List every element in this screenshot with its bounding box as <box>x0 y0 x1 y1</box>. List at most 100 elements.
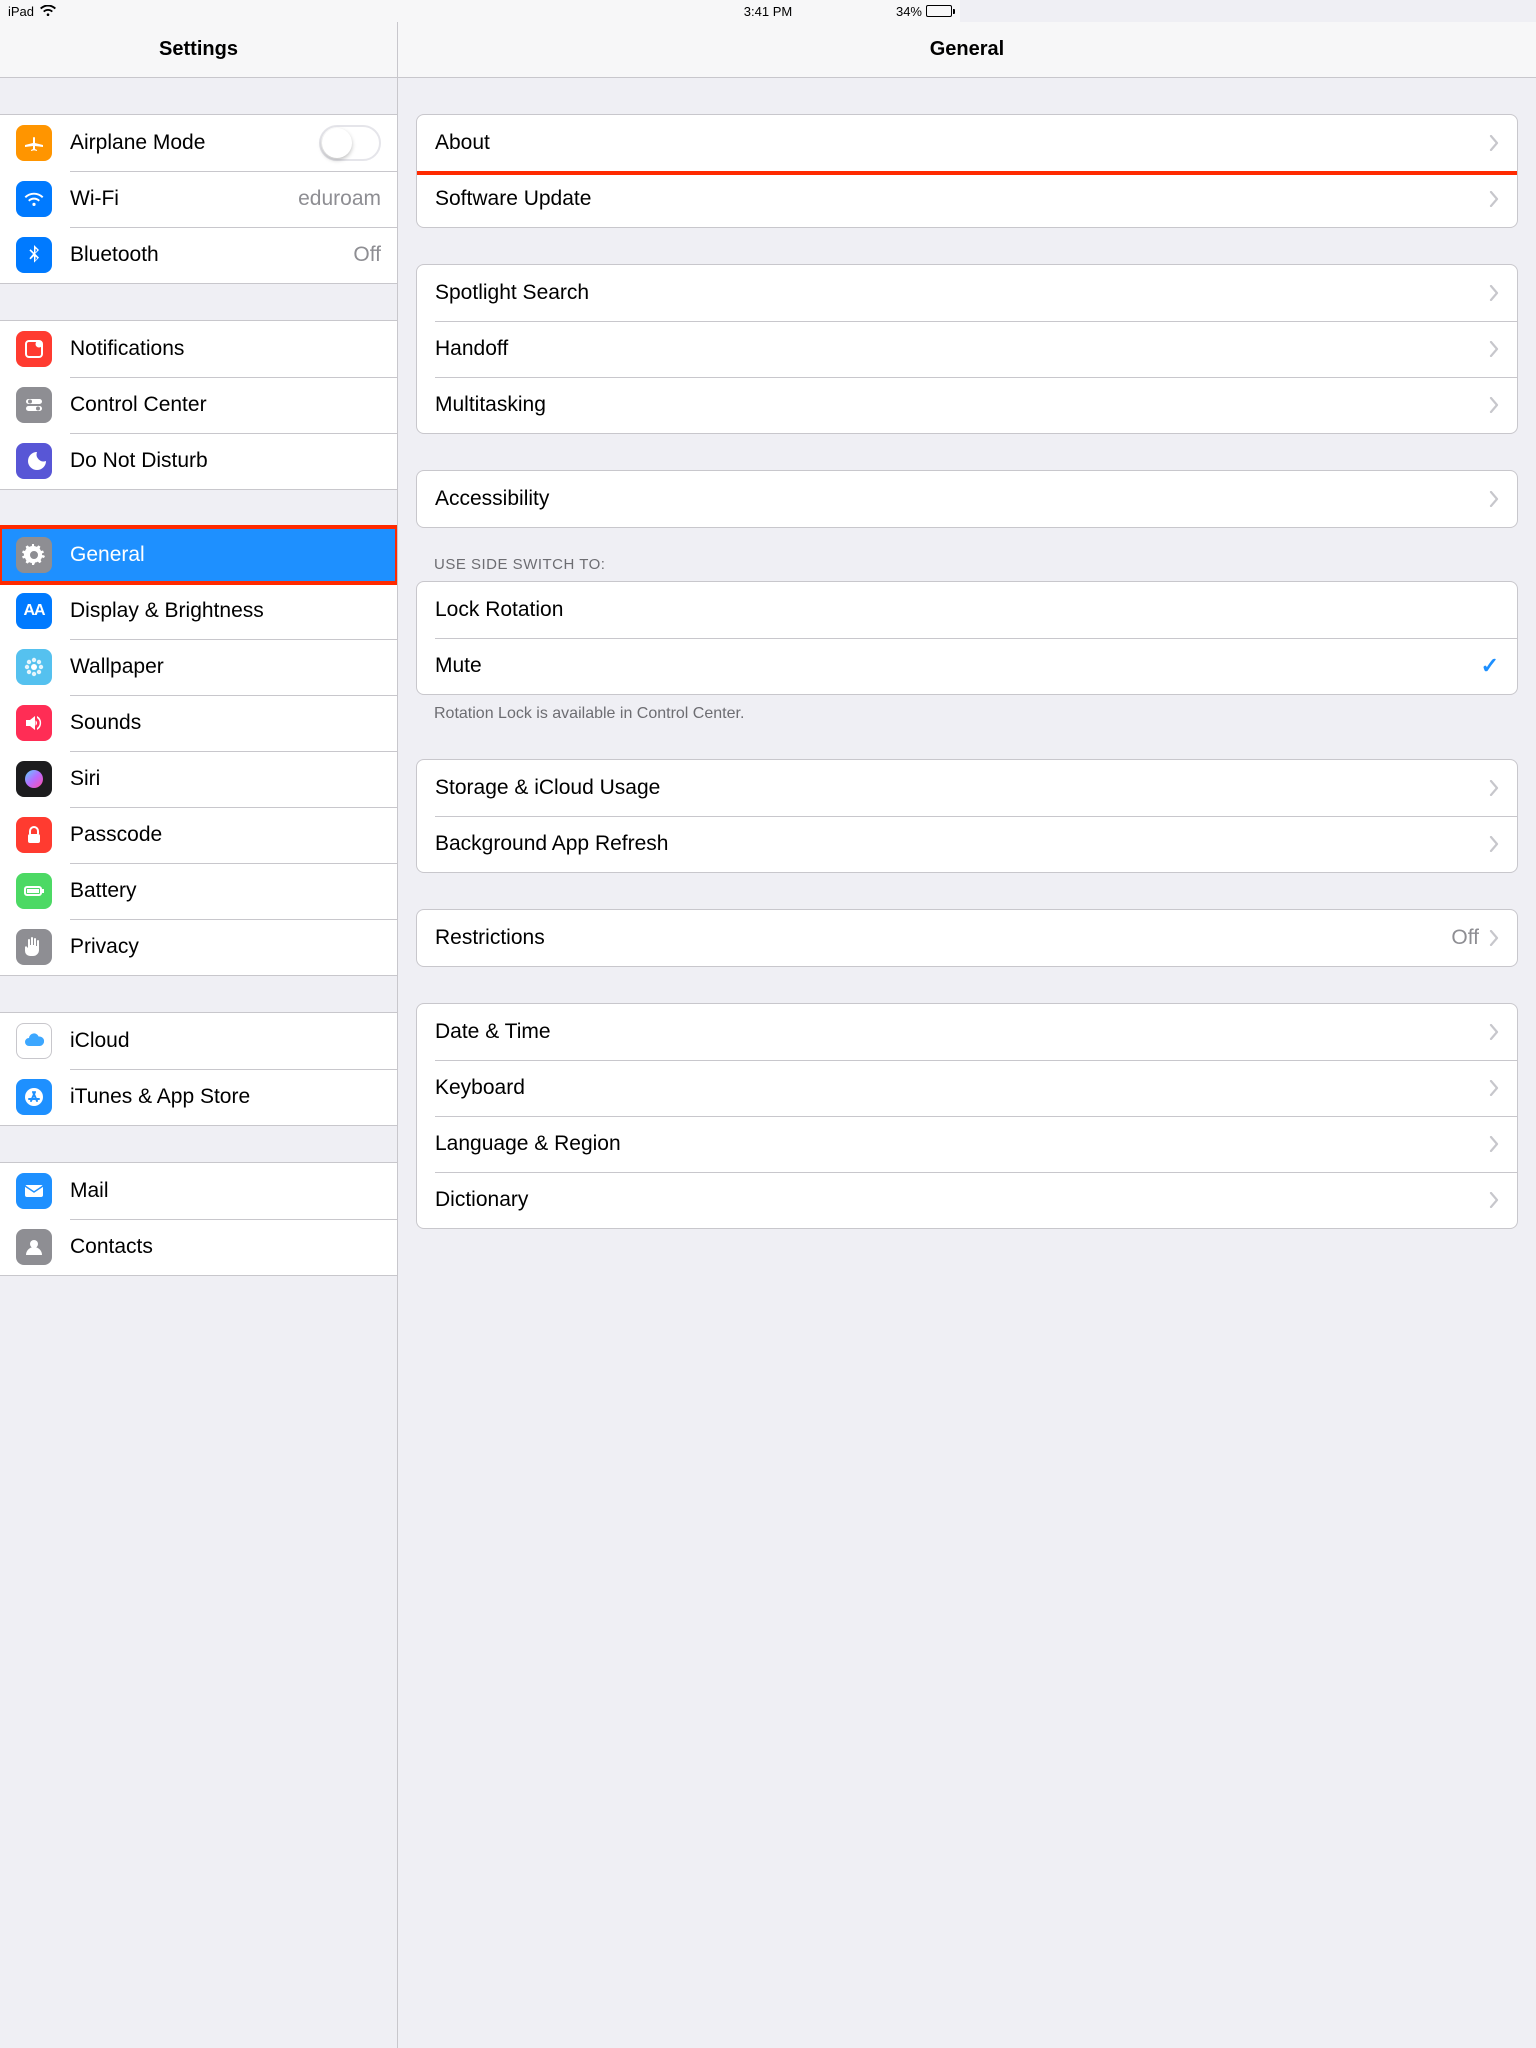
speaker-icon <box>16 705 52 741</box>
sidebar-label-sounds: Sounds <box>70 711 397 735</box>
settings-sidebar: Settings Airplane ModeWi-FieduroamBlueto… <box>0 22 398 2048</box>
flower-icon <box>16 649 52 685</box>
switch-airplane[interactable] <box>319 125 381 161</box>
lock-icon <box>16 817 52 853</box>
row-swupdate[interactable]: Software Update <box>417 171 1517 227</box>
sidebar-label-general: General <box>70 543 397 567</box>
siri-icon <box>16 761 52 797</box>
row-storage[interactable]: Storage & iCloud Usage <box>417 760 1517 816</box>
sidebar-item-battery[interactable]: Battery <box>0 863 397 919</box>
chevron-right-icon <box>1489 285 1499 301</box>
sidebar-label-contacts: Contacts <box>70 1235 397 1259</box>
chevron-right-icon <box>1489 780 1499 796</box>
label-spotlight: Spotlight Search <box>435 281 1489 305</box>
sidebar-item-wallpaper[interactable]: Wallpaper <box>0 639 397 695</box>
row-mute[interactable]: Mute✓ <box>417 638 1517 694</box>
sidebar-label-passcode: Passcode <box>70 823 397 847</box>
gear-icon <box>16 537 52 573</box>
chevron-right-icon <box>1489 397 1499 413</box>
chevron-right-icon <box>1489 191 1499 207</box>
row-bgapp[interactable]: Background App Refresh <box>417 816 1517 872</box>
status-time: 3:41 PM <box>0 4 1536 19</box>
row-spotlight[interactable]: Spotlight Search <box>417 265 1517 321</box>
battery-percent: 34% <box>896 4 922 19</box>
sidebar-label-notifications: Notifications <box>70 337 397 361</box>
label-keyboard: Keyboard <box>435 1076 1489 1100</box>
mail-icon <box>16 1173 52 1209</box>
label-handoff: Handoff <box>435 337 1489 361</box>
sidebar-label-airplane: Airplane Mode <box>70 131 319 155</box>
label-swupdate: Software Update <box>435 187 1489 211</box>
chevron-right-icon <box>1489 836 1499 852</box>
detail-pane: General About Software Update Spotlight Se… <box>398 22 1536 2048</box>
label-about: About <box>435 131 1489 155</box>
sidebar-item-itunes[interactable]: iTunes & App Store <box>0 1069 397 1125</box>
label-lockrot: Lock Rotation <box>435 598 1499 622</box>
sidebar-item-icloud[interactable]: iCloud <box>0 1013 397 1069</box>
label-langreg: Language & Region <box>435 1132 1489 1156</box>
sidebar-item-airplane[interactable]: Airplane Mode <box>0 115 397 171</box>
notify-icon <box>16 331 52 367</box>
battery-icon <box>926 5 952 17</box>
label-storage: Storage & iCloud Usage <box>435 776 1489 800</box>
label-datetime: Date & Time <box>435 1020 1489 1044</box>
chevron-right-icon <box>1489 135 1499 151</box>
row-handoff[interactable]: Handoff <box>417 321 1517 377</box>
label-bgapp: Background App Refresh <box>435 832 1489 856</box>
section-header: USE SIDE SWITCH TO: <box>434 556 1500 573</box>
label-multi: Multitasking <box>435 393 1489 417</box>
detail-title: General <box>398 22 1536 78</box>
row-about[interactable]: About <box>417 115 1517 171</box>
chevron-right-icon <box>1489 1080 1499 1096</box>
row-langreg[interactable]: Language & Region <box>417 1116 1517 1172</box>
sidebar-item-dnd[interactable]: Do Not Disturb <box>0 433 397 489</box>
row-keyboard[interactable]: Keyboard <box>417 1060 1517 1116</box>
sidebar-item-siri[interactable]: Siri <box>0 751 397 807</box>
sidebar-item-controlcenter[interactable]: Control Center <box>0 377 397 433</box>
value-wifi: eduroam <box>298 187 381 211</box>
chevron-right-icon <box>1489 491 1499 507</box>
bluetooth-icon <box>16 237 52 273</box>
sidebar-item-sounds[interactable]: Sounds <box>0 695 397 751</box>
hand-icon <box>16 929 52 965</box>
sidebar-label-wifi: Wi-Fi <box>70 187 298 211</box>
label-access: Accessibility <box>435 487 1489 511</box>
sidebar-label-siri: Siri <box>70 767 397 791</box>
sidebar-item-privacy[interactable]: Privacy <box>0 919 397 975</box>
value-restrict: Off <box>1451 926 1479 950</box>
sidebar-item-mail[interactable]: Mail <box>0 1163 397 1219</box>
sidebar-label-privacy: Privacy <box>70 935 397 959</box>
cc-icon <box>16 387 52 423</box>
wifi-icon <box>40 5 56 17</box>
sidebar-label-dnd: Do Not Disturb <box>70 449 397 473</box>
sidebar-label-icloud: iCloud <box>70 1029 397 1053</box>
row-lockrot[interactable]: Lock Rotation <box>417 582 1517 638</box>
sidebar-item-passcode[interactable]: Passcode <box>0 807 397 863</box>
sidebar-item-wifi[interactable]: Wi-Fieduroam <box>0 171 397 227</box>
chevron-right-icon <box>1489 341 1499 357</box>
row-datetime[interactable]: Date & Time <box>417 1004 1517 1060</box>
sidebar-label-battery: Battery <box>70 879 397 903</box>
aa-icon: AA <box>16 593 52 629</box>
status-right: 34% <box>896 4 952 19</box>
row-dict[interactable]: Dictionary <box>417 1172 1517 1228</box>
sidebar-item-contacts[interactable]: Contacts <box>0 1219 397 1275</box>
sidebar-item-display[interactable]: AA Display & Brightness <box>0 583 397 639</box>
chevron-right-icon <box>1489 1136 1499 1152</box>
moon-icon <box>16 443 52 479</box>
sidebar-item-notifications[interactable]: Notifications <box>0 321 397 377</box>
sidebar-item-general[interactable]: General <box>0 527 397 583</box>
label-dict: Dictionary <box>435 1188 1489 1212</box>
sidebar-label-mail: Mail <box>70 1179 397 1203</box>
row-multi[interactable]: Multitasking <box>417 377 1517 433</box>
wifi-icon <box>16 181 52 217</box>
sidebar-label-bluetooth: Bluetooth <box>70 243 353 267</box>
appstore-icon <box>16 1079 52 1115</box>
row-access[interactable]: Accessibility <box>417 471 1517 527</box>
row-restrict[interactable]: RestrictionsOff <box>417 910 1517 966</box>
chevron-right-icon <box>1489 1024 1499 1040</box>
status-bar: iPad 3:41 PM 34% <box>0 0 960 22</box>
device-name: iPad <box>8 4 34 19</box>
sidebar-item-bluetooth[interactable]: BluetoothOff <box>0 227 397 283</box>
sidebar-label-display: Display & Brightness <box>70 599 397 623</box>
